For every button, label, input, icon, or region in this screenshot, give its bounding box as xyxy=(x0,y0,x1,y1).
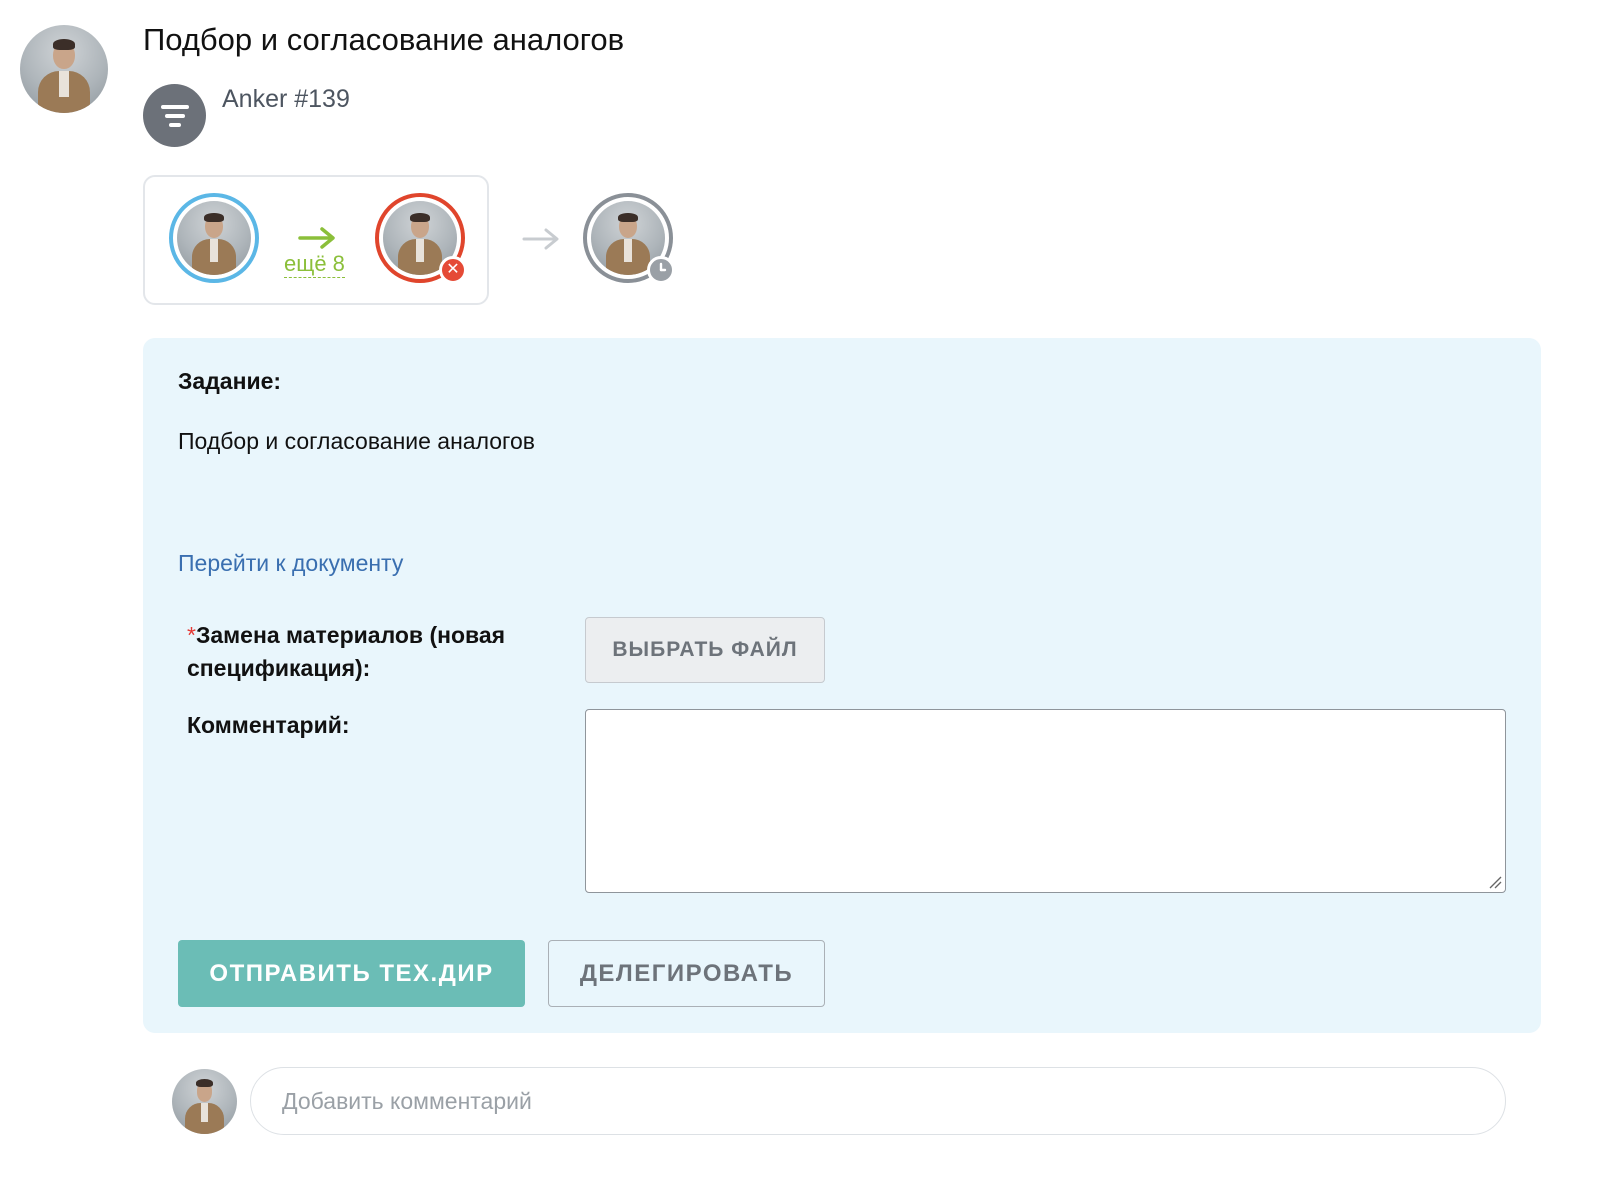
send-to-tech-director-button[interactable]: ОТПРАВИТЬ ТЕХ.ДИР xyxy=(178,940,525,1007)
go-to-document-link[interactable]: Перейти к документу xyxy=(178,550,403,577)
avatar-hair xyxy=(196,1079,213,1088)
funnel-line-1 xyxy=(160,105,189,109)
avatar-hair xyxy=(410,212,430,222)
resize-handle-icon[interactable] xyxy=(1488,875,1502,889)
avatar-shirt xyxy=(200,1102,209,1123)
avatar-hair xyxy=(204,212,224,222)
funnel-line-2 xyxy=(164,114,185,118)
delegate-button[interactable]: ДЕЛЕГИРОВАТЬ xyxy=(548,940,825,1007)
comment-field-label: Комментарий: xyxy=(187,712,350,738)
avatar-shirt xyxy=(623,239,633,262)
clock-icon xyxy=(647,256,675,284)
avatar-shirt xyxy=(58,70,70,98)
document-reference[interactable]: Anker #139 xyxy=(222,85,350,114)
avatar xyxy=(177,201,251,275)
more-steps-link[interactable]: ещё 8 xyxy=(284,250,345,278)
avatar-shirt xyxy=(415,239,425,262)
task-title: Подбор и согласование аналогов xyxy=(143,22,625,57)
arrow-right-icon xyxy=(522,228,559,250)
avatar-hair xyxy=(52,39,76,50)
required-mark: * xyxy=(187,622,196,648)
cancel-icon: ✕ xyxy=(439,256,467,284)
task-heading: Задание: xyxy=(178,368,282,394)
avatar-hair xyxy=(618,212,638,222)
file-field-label-text: Замена материалов (новая спецификация): xyxy=(187,622,506,681)
add-comment-placeholder: Добавить комментарий xyxy=(282,1088,532,1114)
route-step-first[interactable] xyxy=(169,193,259,283)
comment-textarea[interactable] xyxy=(585,709,1506,893)
filter-funnel-icon xyxy=(143,84,206,147)
file-field-label: *Замена материалов (новая спецификация): xyxy=(187,619,567,685)
avatar-shirt xyxy=(209,239,219,262)
arrow-right-icon xyxy=(298,227,335,249)
choose-file-button[interactable]: ВЫБРАТЬ ФАЙЛ xyxy=(585,617,825,683)
funnel-line-3 xyxy=(168,123,181,127)
current-user-avatar xyxy=(172,1069,237,1134)
task-description: Подбор и согласование аналогов xyxy=(178,428,535,454)
author-avatar[interactable] xyxy=(20,25,108,113)
